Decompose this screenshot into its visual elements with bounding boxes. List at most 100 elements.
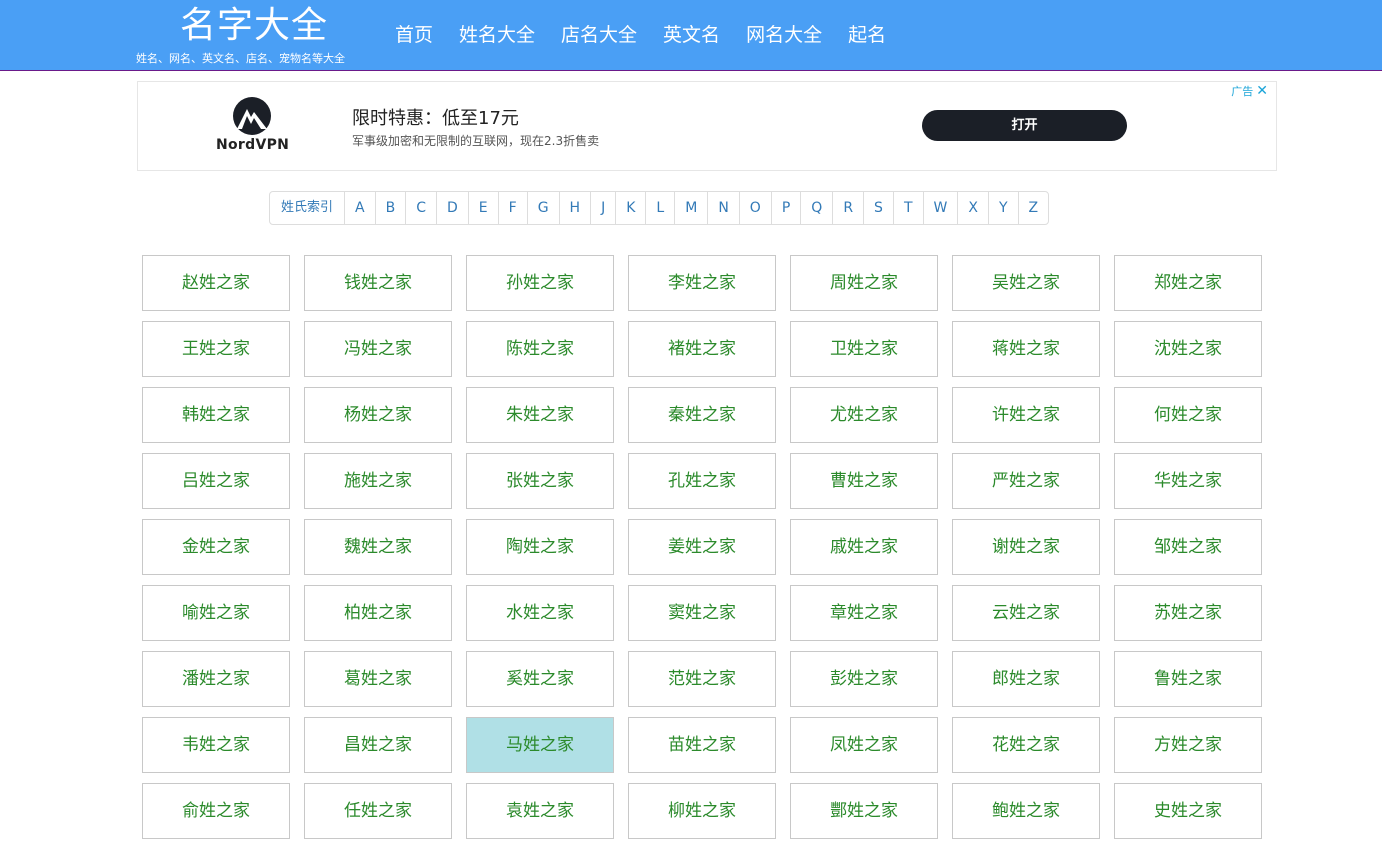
- surname-tile[interactable]: 葛姓之家: [304, 651, 452, 707]
- surname-tile[interactable]: 云姓之家: [952, 585, 1100, 641]
- surname-tile[interactable]: 孔姓之家: [628, 453, 776, 509]
- index-letter-e[interactable]: E: [467, 192, 498, 224]
- surname-tile[interactable]: 何姓之家: [1114, 387, 1262, 443]
- surname-tile[interactable]: 朱姓之家: [466, 387, 614, 443]
- surname-tile[interactable]: 吕姓之家: [142, 453, 290, 509]
- index-letter-o[interactable]: O: [738, 192, 771, 224]
- surname-tile[interactable]: 秦姓之家: [628, 387, 776, 443]
- ad-brand: NordVPN: [216, 137, 290, 153]
- surname-tile[interactable]: 姜姓之家: [628, 519, 776, 575]
- surname-tile[interactable]: 孙姓之家: [466, 255, 614, 311]
- surname-tile[interactable]: 喻姓之家: [142, 585, 290, 641]
- surname-tile[interactable]: 章姓之家: [790, 585, 938, 641]
- nav-names[interactable]: 姓名大全: [446, 0, 548, 70]
- surname-tile[interactable]: 史姓之家: [1114, 783, 1262, 839]
- index-letter-b[interactable]: B: [374, 192, 406, 224]
- site-logo[interactable]: 名字大全: [180, 4, 328, 48]
- surname-tile[interactable]: 柏姓之家: [304, 585, 452, 641]
- surname-tile[interactable]: 鲁姓之家: [1114, 651, 1262, 707]
- surname-tile[interactable]: 郎姓之家: [952, 651, 1100, 707]
- index-label[interactable]: 姓氏索引: [270, 192, 344, 224]
- surname-tile[interactable]: 王姓之家: [142, 321, 290, 377]
- index-letter-c[interactable]: C: [405, 192, 436, 224]
- index-letter-p[interactable]: P: [770, 192, 800, 224]
- surname-tile[interactable]: 奚姓之家: [466, 651, 614, 707]
- surname-tile[interactable]: 钱姓之家: [304, 255, 452, 311]
- surname-tile[interactable]: 陶姓之家: [466, 519, 614, 575]
- surname-tile[interactable]: 苗姓之家: [628, 717, 776, 773]
- index-letter-r[interactable]: R: [832, 192, 863, 224]
- surname-tile[interactable]: 卫姓之家: [790, 321, 938, 377]
- close-icon[interactable]: ✕: [1256, 83, 1268, 99]
- nav-naming[interactable]: 起名: [835, 0, 899, 70]
- surname-tile[interactable]: 柳姓之家: [628, 783, 776, 839]
- index-letter-z[interactable]: Z: [1017, 192, 1049, 224]
- nav-shop-names[interactable]: 店名大全: [548, 0, 650, 70]
- surname-tile[interactable]: 陈姓之家: [466, 321, 614, 377]
- surname-tile[interactable]: 尤姓之家: [790, 387, 938, 443]
- surname-tile[interactable]: 方姓之家: [1114, 717, 1262, 773]
- surname-tile[interactable]: 鲍姓之家: [952, 783, 1100, 839]
- surname-tile[interactable]: 苏姓之家: [1114, 585, 1262, 641]
- nav-home[interactable]: 首页: [382, 0, 446, 70]
- ad-title[interactable]: 限时特惠：低至17元: [352, 104, 519, 130]
- index-letter-d[interactable]: D: [435, 192, 468, 224]
- surname-tile[interactable]: 戚姓之家: [790, 519, 938, 575]
- surname-tile[interactable]: 潘姓之家: [142, 651, 290, 707]
- nav-nicknames[interactable]: 网名大全: [733, 0, 835, 70]
- surname-tile[interactable]: 施姓之家: [304, 453, 452, 509]
- surname-tile[interactable]: 任姓之家: [304, 783, 452, 839]
- ad-logo[interactable]: NordVPN: [216, 96, 290, 153]
- surname-tile[interactable]: 花姓之家: [952, 717, 1100, 773]
- surname-tile[interactable]: 魏姓之家: [304, 519, 452, 575]
- surname-tile[interactable]: 韩姓之家: [142, 387, 290, 443]
- surname-tile[interactable]: 酆姓之家: [790, 783, 938, 839]
- surname-tile[interactable]: 吴姓之家: [952, 255, 1100, 311]
- index-letter-g[interactable]: G: [526, 192, 559, 224]
- index-letter-q[interactable]: Q: [800, 192, 832, 224]
- surname-tile[interactable]: 窦姓之家: [628, 585, 776, 641]
- surname-tile[interactable]: 张姓之家: [466, 453, 614, 509]
- index-letter-y[interactable]: Y: [987, 192, 1018, 224]
- index-letter-a[interactable]: A: [344, 192, 375, 224]
- index-letter-k[interactable]: K: [615, 192, 645, 224]
- index-letter-f[interactable]: F: [497, 192, 527, 224]
- surname-tile[interactable]: 郑姓之家: [1114, 255, 1262, 311]
- surname-tile[interactable]: 许姓之家: [952, 387, 1100, 443]
- surname-tile[interactable]: 杨姓之家: [304, 387, 452, 443]
- surname-tile[interactable]: 蒋姓之家: [952, 321, 1100, 377]
- ad-banner[interactable]: NordVPN 限时特惠：低至17元 军事级加密和无限制的互联网，现在2.3折售…: [137, 81, 1277, 171]
- surname-tile[interactable]: 周姓之家: [790, 255, 938, 311]
- surname-tile[interactable]: 李姓之家: [628, 255, 776, 311]
- ad-open-button[interactable]: 打开: [922, 110, 1127, 141]
- index-letter-h[interactable]: H: [558, 192, 591, 224]
- index-letter-w[interactable]: W: [922, 192, 958, 224]
- surname-tile[interactable]: 金姓之家: [142, 519, 290, 575]
- nav-english-names[interactable]: 英文名: [650, 0, 733, 70]
- surname-tile[interactable]: 昌姓之家: [304, 717, 452, 773]
- surname-tile[interactable]: 彭姓之家: [790, 651, 938, 707]
- index-letter-t[interactable]: T: [892, 192, 923, 224]
- index-letter-x[interactable]: X: [957, 192, 988, 224]
- index-letter-l[interactable]: L: [645, 192, 674, 224]
- surname-tile[interactable]: 袁姓之家: [466, 783, 614, 839]
- index-letter-n[interactable]: N: [707, 192, 738, 224]
- surname-tile[interactable]: 谢姓之家: [952, 519, 1100, 575]
- index-letter-j[interactable]: J: [590, 192, 615, 224]
- surname-tile[interactable]: 范姓之家: [628, 651, 776, 707]
- surname-tile[interactable]: 俞姓之家: [142, 783, 290, 839]
- surname-tile[interactable]: 华姓之家: [1114, 453, 1262, 509]
- surname-tile[interactable]: 冯姓之家: [304, 321, 452, 377]
- surname-tile[interactable]: 韦姓之家: [142, 717, 290, 773]
- surname-tile[interactable]: 赵姓之家: [142, 255, 290, 311]
- index-letter-s[interactable]: S: [863, 192, 893, 224]
- surname-tile[interactable]: 邹姓之家: [1114, 519, 1262, 575]
- surname-tile[interactable]: 严姓之家: [952, 453, 1100, 509]
- index-letter-m[interactable]: M: [674, 192, 707, 224]
- surname-tile[interactable]: 水姓之家: [466, 585, 614, 641]
- surname-tile[interactable]: 沈姓之家: [1114, 321, 1262, 377]
- surname-tile[interactable]: 曹姓之家: [790, 453, 938, 509]
- surname-tile[interactable]: 褚姓之家: [628, 321, 776, 377]
- surname-tile[interactable]: 凤姓之家: [790, 717, 938, 773]
- surname-tile[interactable]: 马姓之家: [466, 717, 614, 773]
